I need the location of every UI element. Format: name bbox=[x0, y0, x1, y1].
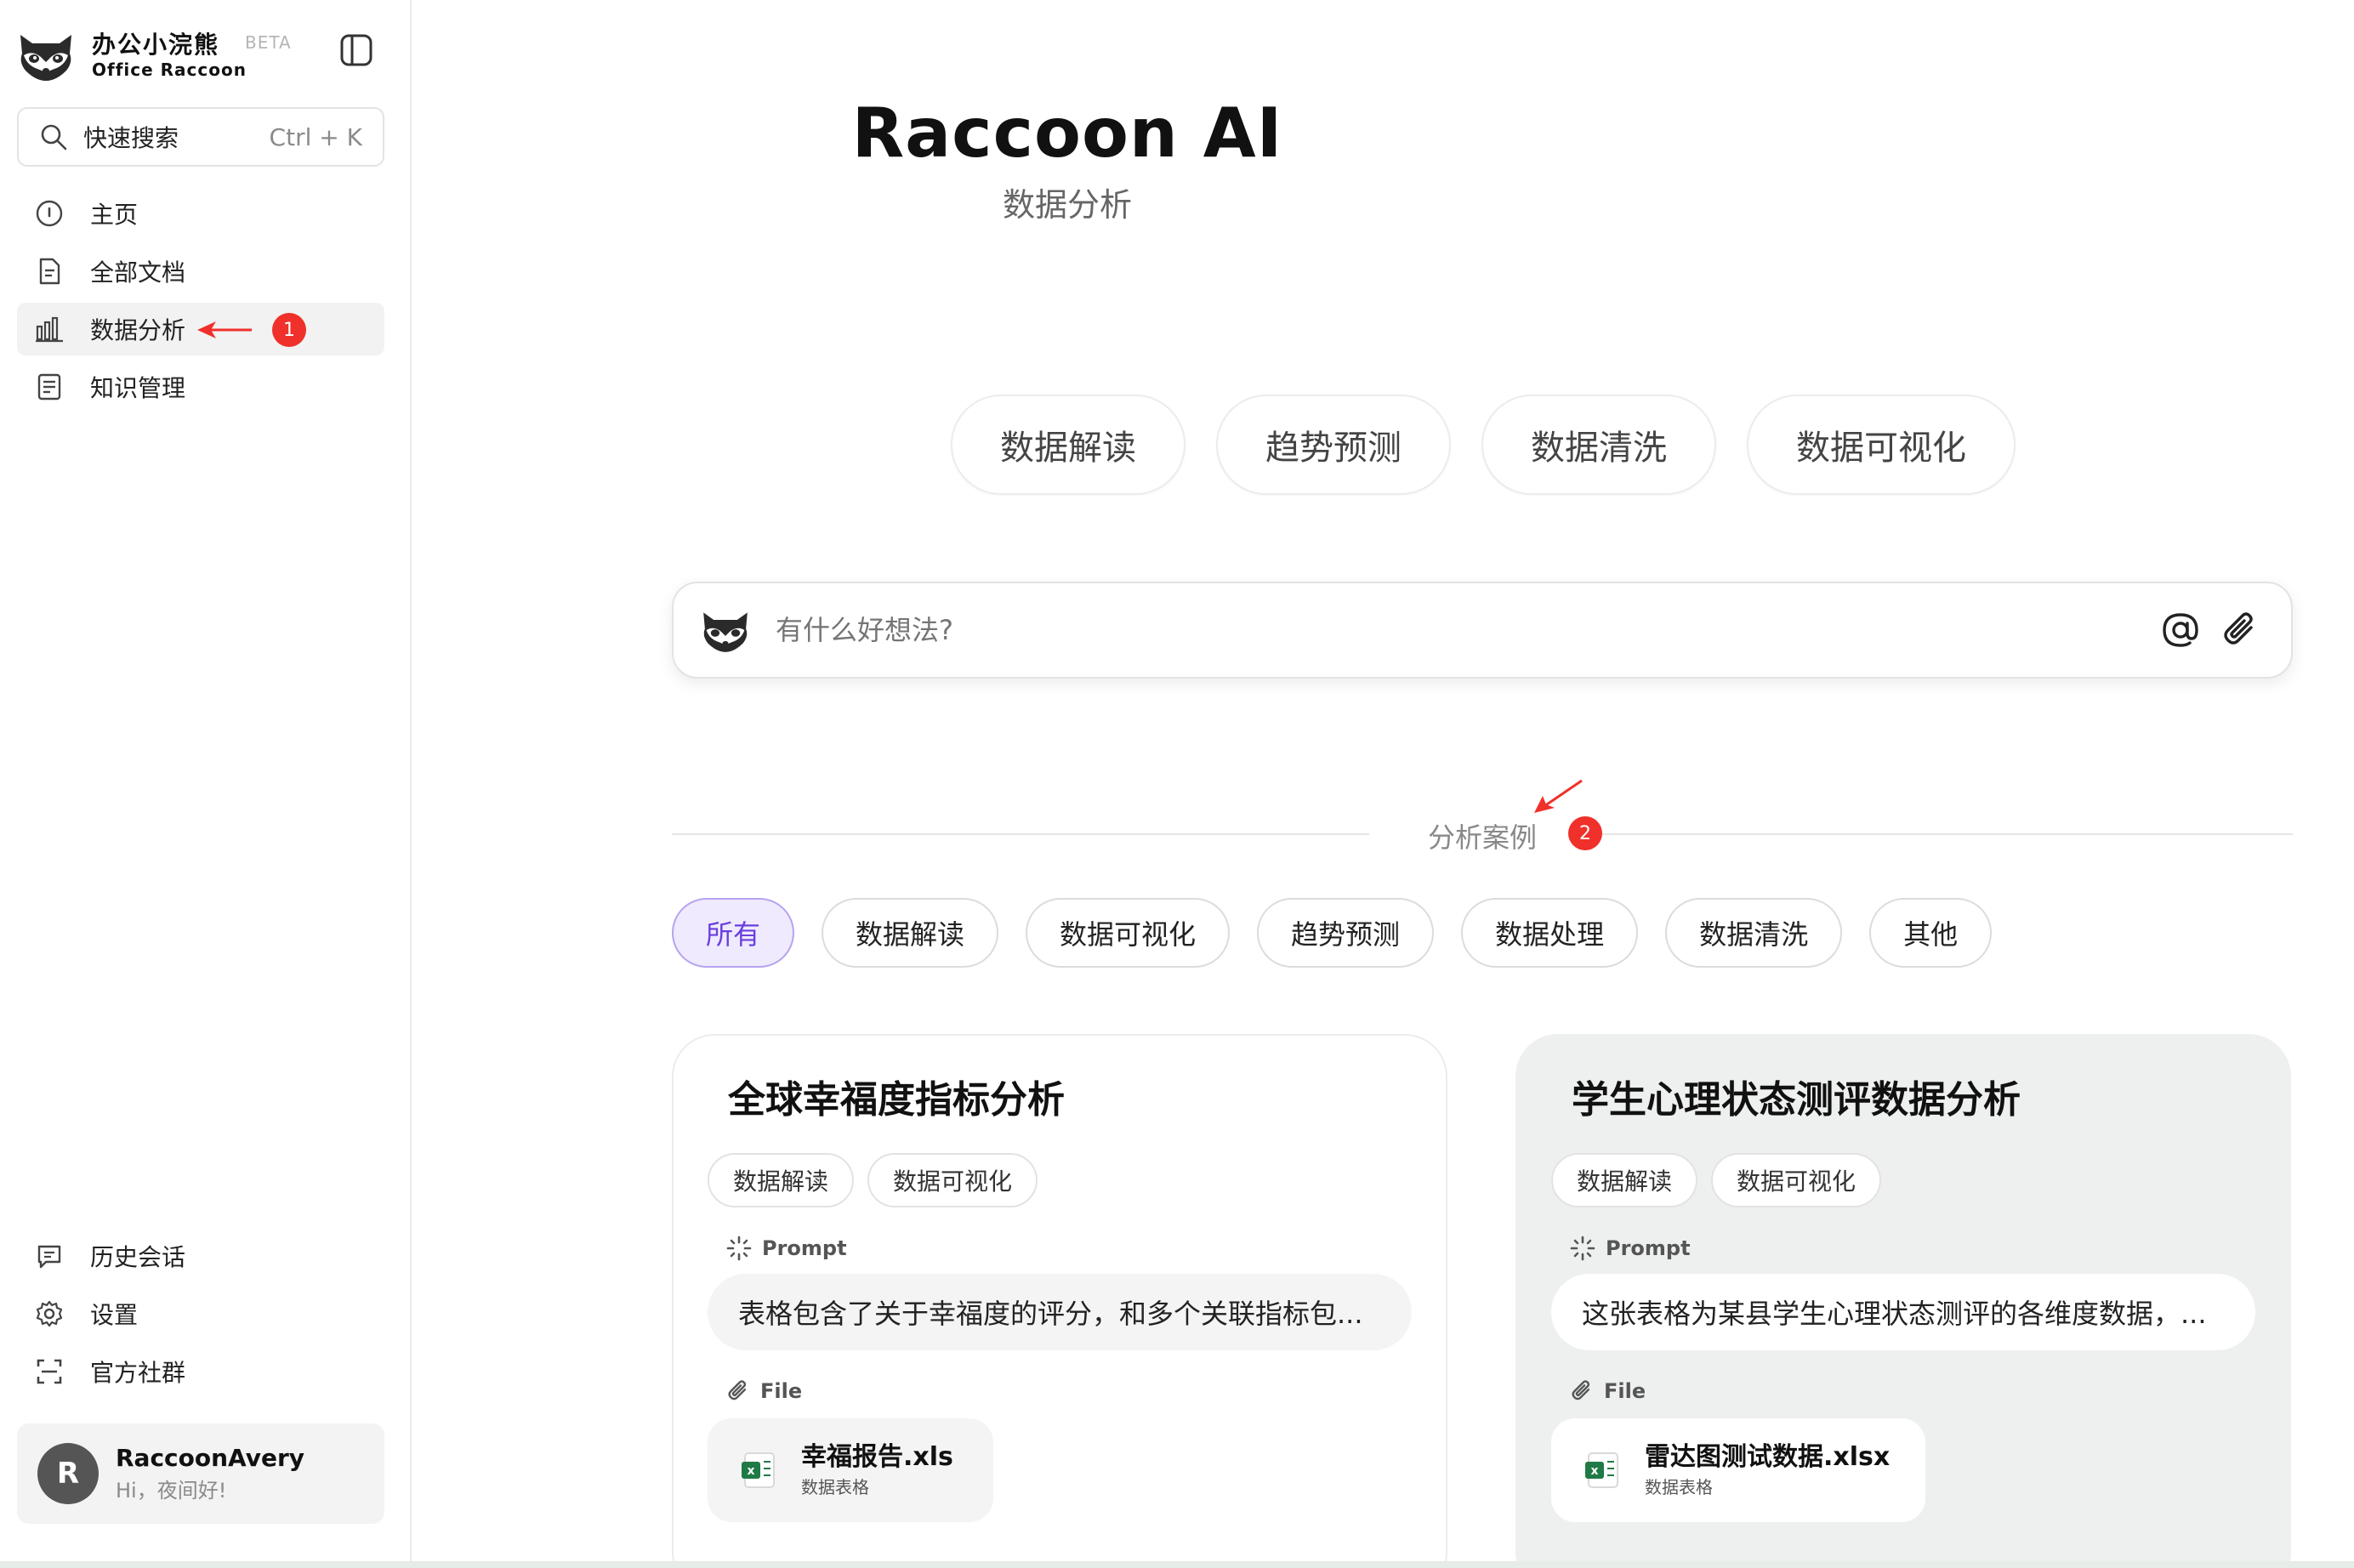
annotation-badge: 2 bbox=[1568, 816, 1602, 850]
chat-input[interactable] bbox=[776, 614, 2146, 646]
file-label: File bbox=[1570, 1376, 2255, 1406]
brand-name-en: Office Raccoon bbox=[92, 60, 247, 80]
sidebar-bottom-nav: 历史会话 设置 官方社群 bbox=[17, 1230, 384, 1403]
paperclip-icon bbox=[728, 1380, 747, 1400]
raccoon-logo-icon bbox=[703, 612, 748, 652]
filter-all[interactable]: 所有 bbox=[672, 898, 795, 968]
annotation-arrow-icon bbox=[1534, 779, 1583, 813]
sidebar-item-all-docs[interactable]: 全部文档 bbox=[17, 245, 384, 298]
sidebar-toggle-icon bbox=[340, 34, 372, 66]
svg-text:x: x bbox=[747, 1464, 754, 1478]
sparkle-loader-icon bbox=[726, 1236, 752, 1261]
sidebar-item-label: 设置 bbox=[90, 1301, 139, 1329]
scan-icon bbox=[34, 1356, 65, 1387]
excel-file-icon: x bbox=[1585, 1452, 1618, 1488]
file-name: 幸福报告.xls bbox=[801, 1442, 953, 1472]
case-prompt: 这张表格为某县学生心理状态测评的各维度数据，... bbox=[1551, 1274, 2255, 1350]
prompt-label: Prompt bbox=[726, 1233, 1412, 1264]
raccoon-logo-icon bbox=[20, 35, 71, 81]
prompt-label-text: Prompt bbox=[762, 1236, 847, 1260]
section-divider: 分析案例 2 bbox=[672, 813, 2293, 855]
quick-action-data-clean[interactable]: 数据清洗 bbox=[1481, 395, 1716, 495]
sidebar: 办公小浣熊 Office Raccoon BETA 快速搜索 Ctrl + K … bbox=[0, 0, 412, 1568]
case-tag: 数据解读 bbox=[708, 1153, 855, 1207]
file-label: File bbox=[726, 1376, 1412, 1406]
case-card[interactable]: 全球幸福度指标分析 数据解读 数据可视化 Prompt 表格包含了关于幸福度的评… bbox=[672, 1034, 1447, 1568]
gear-icon bbox=[34, 1298, 65, 1329]
filter-other[interactable]: 其他 bbox=[1869, 898, 1993, 968]
brand-name-cn: 办公小浣熊 bbox=[92, 31, 220, 59]
quick-action-data-visualize[interactable]: 数据可视化 bbox=[1747, 395, 2016, 495]
file-type: 数据表格 bbox=[801, 1477, 869, 1497]
page-title: Raccoon AI bbox=[851, 94, 1283, 173]
user-name: RaccoonAvery bbox=[116, 1444, 305, 1472]
filter-trend-forecast[interactable]: 趋势预测 bbox=[1257, 898, 1435, 968]
svg-text:x: x bbox=[1590, 1464, 1598, 1478]
brand[interactable]: 办公小浣熊 Office Raccoon BETA bbox=[15, 26, 291, 85]
prompt-label-text: Prompt bbox=[1606, 1236, 1691, 1260]
annotation-arrow-icon bbox=[197, 321, 252, 338]
excel-file-icon: x bbox=[742, 1452, 775, 1488]
section-title: 分析案例 bbox=[1427, 821, 1537, 854]
sidebar-item-label: 全部文档 bbox=[90, 258, 186, 287]
category-filter-row: 所有 数据解读 数据可视化 趋势预测 数据处理 数据清洗 其他 bbox=[672, 898, 1993, 968]
at-sign-icon bbox=[2163, 613, 2198, 647]
notebook-icon bbox=[34, 372, 65, 402]
case-card-tags: 数据解读 数据可视化 bbox=[708, 1153, 1412, 1207]
quick-action-data-interpret[interactable]: 数据解读 bbox=[951, 395, 1186, 495]
filter-data-process[interactable]: 数据处理 bbox=[1461, 898, 1639, 968]
case-file[interactable]: x 幸福报告.xls 数据表格 bbox=[708, 1418, 993, 1522]
case-card-title: 学生心理状态测评数据分析 bbox=[1572, 1078, 2021, 1122]
chat-input-box bbox=[672, 582, 2293, 679]
annotation-badge: 1 bbox=[272, 313, 306, 347]
sidebar-item-community[interactable]: 官方社群 bbox=[17, 1345, 384, 1398]
filter-data-visualize[interactable]: 数据可视化 bbox=[1026, 898, 1231, 968]
beta-badge: BETA bbox=[245, 32, 292, 53]
sidebar-item-label: 历史会话 bbox=[90, 1243, 186, 1271]
case-card[interactable]: 学生心理状态测评数据分析 数据解读 数据可视化 Prompt 这张表格为某县学生… bbox=[1515, 1034, 2291, 1568]
case-tag: 数据解读 bbox=[1551, 1153, 1698, 1207]
sparkle-loader-icon bbox=[1570, 1236, 1595, 1261]
sidebar-toggle-button[interactable] bbox=[335, 29, 378, 71]
file-label-text: File bbox=[1604, 1379, 1646, 1403]
bar-chart-icon bbox=[34, 314, 65, 344]
sidebar-item-data-analysis[interactable]: 数据分析 1 bbox=[17, 303, 384, 355]
sidebar-item-knowledge[interactable]: 知识管理 bbox=[17, 361, 384, 413]
window-bottom-edge bbox=[0, 1561, 2354, 1568]
file-name: 雷达图测试数据.xlsx bbox=[1645, 1442, 1891, 1472]
page-subtitle: 数据分析 bbox=[1002, 186, 1132, 224]
filter-data-interpret[interactable]: 数据解读 bbox=[822, 898, 999, 968]
paperclip-icon bbox=[1572, 1380, 1590, 1400]
case-file[interactable]: x 雷达图测试数据.xlsx 数据表格 bbox=[1551, 1418, 1925, 1522]
case-tag: 数据可视化 bbox=[1711, 1153, 1882, 1207]
attach-file-button[interactable] bbox=[2215, 605, 2266, 656]
file-label-text: File bbox=[760, 1379, 803, 1403]
chat-history-icon bbox=[34, 1241, 65, 1271]
prompt-label: Prompt bbox=[1570, 1233, 2255, 1264]
case-card-tags: 数据解读 数据可视化 bbox=[1551, 1153, 2255, 1207]
case-tag: 数据可视化 bbox=[867, 1153, 1038, 1207]
user-profile-card[interactable]: R RaccoonAvery Hi，夜间好! bbox=[17, 1423, 384, 1524]
user-greeting: Hi，夜间好! bbox=[116, 1479, 227, 1503]
mention-button[interactable] bbox=[2155, 605, 2206, 656]
quick-action-row: 数据解读 趋势预测 数据清洗 数据可视化 bbox=[951, 395, 2016, 495]
sidebar-item-label: 知识管理 bbox=[90, 374, 186, 402]
file-type: 数据表格 bbox=[1645, 1477, 1713, 1497]
filter-data-clean[interactable]: 数据清洗 bbox=[1665, 898, 1843, 968]
quick-action-trend-forecast[interactable]: 趋势预测 bbox=[1216, 395, 1451, 495]
main-content: Raccoon AI 数据分析 数据解读 趋势预测 数据清洗 数据可视化 有什么… bbox=[413, 0, 2354, 1568]
sidebar-item-label: 官方社群 bbox=[90, 1359, 186, 1387]
document-icon bbox=[34, 256, 65, 287]
sidebar-item-label: 数据分析 bbox=[90, 316, 186, 344]
paperclip-icon bbox=[2224, 612, 2253, 645]
sidebar-item-settings[interactable]: 设置 bbox=[17, 1287, 384, 1340]
case-card-title: 全球幸福度指标分析 bbox=[728, 1078, 1065, 1122]
avatar: R bbox=[37, 1443, 99, 1504]
case-prompt: 表格包含了关于幸福度的评分，和多个关联指标包... bbox=[708, 1274, 1412, 1350]
sidebar-item-history[interactable]: 历史会话 bbox=[17, 1230, 384, 1282]
